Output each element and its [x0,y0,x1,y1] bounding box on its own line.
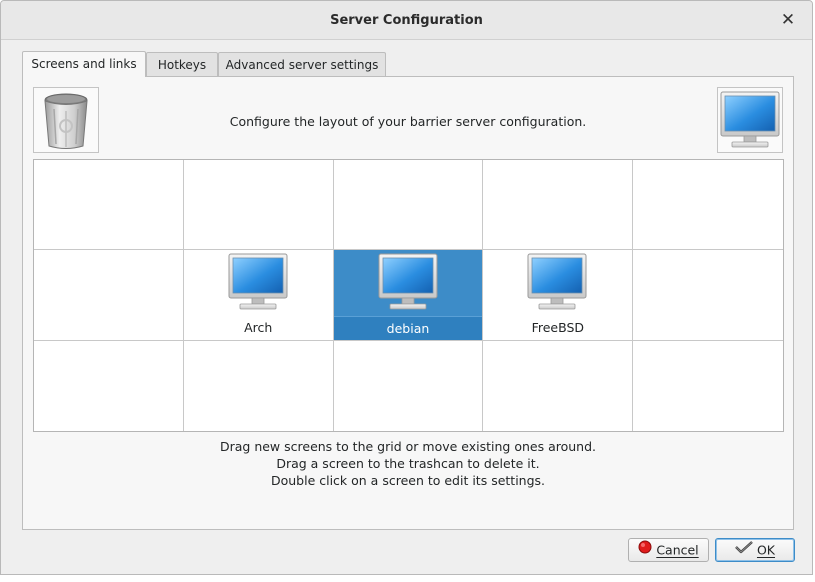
cancel-label: Cancel [656,542,699,558]
cancel-icon [638,539,652,561]
grid-cell[interactable] [34,250,184,341]
screen-name: debian [333,316,483,341]
grid-cell[interactable] [483,340,634,431]
monitor-icon [378,253,438,310]
screens-and-links-panel: Configure the layout of your barrier ser… [22,76,794,530]
new-screen-widget[interactable] [717,87,783,153]
hint-double-click: Double click on a screen to edit its set… [270,473,546,488]
grid-cell[interactable] [633,250,783,341]
grid-cell[interactable] [333,160,484,251]
grid-cell[interactable] [34,340,184,431]
ok-label: OK [756,542,776,558]
monitor-icon [720,91,780,148]
layout-description: Configure the layout of your barrier ser… [229,114,587,129]
ok-icon [735,539,753,561]
grid-cell[interactable] [334,340,484,431]
close-button[interactable]: ✕ [778,10,798,30]
monitor-icon [228,253,288,310]
grid-cell[interactable] [183,160,334,251]
server-configuration-window: Server Configuration ✕ Screens and links… [0,0,813,575]
grid-cell[interactable] [184,340,334,431]
screen-debian[interactable]: debian [333,250,484,341]
grid-cell[interactable] [633,160,783,251]
hint-drag-new: Drag new screens to the grid or move exi… [219,439,597,454]
screen-name: FreeBSD [531,320,585,336]
screen-grid: Arch debian FreeBSD [33,159,784,432]
grid-cell[interactable] [633,341,783,431]
screen-name: Arch [244,320,273,336]
screen-arch[interactable]: Arch [183,250,334,341]
monitor-icon [527,253,587,310]
tab-screens-and-links[interactable]: Screens and links [22,51,146,77]
title-bar: Server Configuration ✕ [1,1,812,40]
screen-freebsd[interactable]: FreeBSD [483,250,634,341]
window-title: Server Configuration [330,13,483,28]
cancel-button[interactable]: Cancel [628,538,709,562]
tab-hotkeys[interactable]: Hotkeys [146,52,218,76]
grid-cell[interactable] [483,160,634,251]
close-icon: ✕ [780,10,796,30]
ok-button[interactable]: OK [715,538,795,562]
hint-trashcan: Drag a screen to the trashcan to delete … [276,456,540,471]
tab-advanced-server-settings[interactable]: Advanced server settings [218,52,386,76]
grid-cell[interactable] [34,160,184,251]
